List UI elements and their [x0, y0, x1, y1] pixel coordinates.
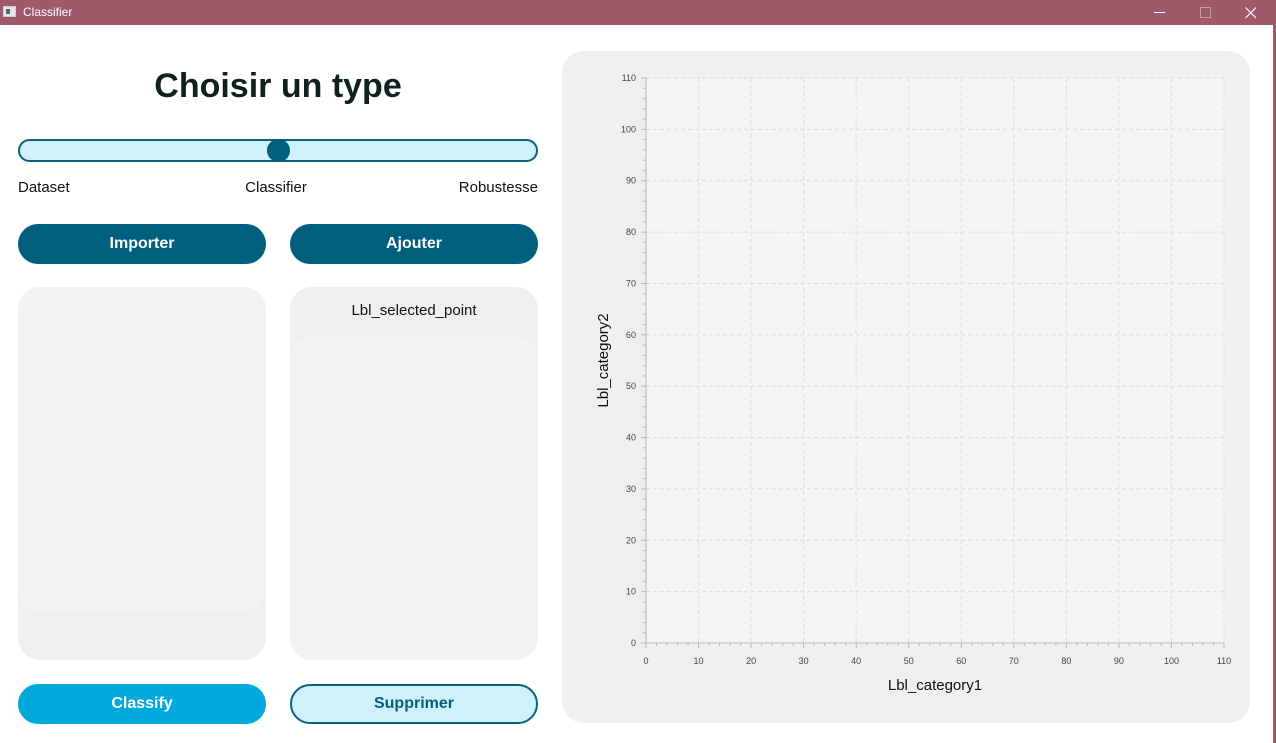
x-axis-title: Lbl_category1	[888, 677, 982, 694]
x-tick-label: 80	[1061, 656, 1071, 666]
data-list-content[interactable]	[18, 287, 266, 611]
slider-label-classifier: Classifier	[245, 179, 307, 196]
close-button[interactable]	[1228, 0, 1274, 25]
title-bar[interactable]: Classifier	[0, 0, 1276, 25]
app-window: Classifier Choisir un type Dataset Class…	[0, 0, 1276, 743]
minimize-icon	[1154, 12, 1165, 13]
x-tick-label: 70	[1009, 656, 1019, 666]
y-tick-label: 110	[622, 73, 636, 83]
y-tick-label: 40	[626, 433, 636, 443]
x-tick-label: 90	[1114, 656, 1124, 666]
delete-button[interactable]: Supprimer	[290, 684, 538, 724]
page-title: Choisir un type	[154, 67, 402, 105]
y-tick-label: 80	[626, 227, 636, 237]
x-tick-label: 0	[643, 656, 648, 666]
x-tick-label: 100	[1164, 656, 1179, 666]
x-tick-label: 60	[956, 656, 966, 666]
y-tick-label: 50	[626, 381, 636, 391]
plot-area	[646, 78, 1224, 643]
x-tick-label: 50	[904, 656, 914, 666]
slider-label-dataset: Dataset	[18, 179, 70, 196]
point-details-content[interactable]	[290, 337, 538, 660]
x-tick-label: 20	[746, 656, 756, 666]
classify-button[interactable]: Classify	[18, 684, 266, 724]
chart-card: 0 10 20 30 40 50 60 70 80 90 100 110 0 10 20 30 40 50 60 70…	[562, 51, 1250, 723]
y-axis-title: Lbl_category2	[595, 313, 612, 407]
import-button[interactable]: Importer	[18, 224, 266, 264]
selected-point-label: Lbl_selected_point	[351, 302, 477, 319]
y-tick-label: 70	[626, 278, 636, 288]
x-tick-label: 40	[851, 656, 861, 666]
x-tick-label: 110	[1217, 656, 1231, 666]
window-title: Classifier	[23, 5, 73, 19]
y-tick-label: 0	[631, 638, 636, 648]
maximize-icon	[1200, 7, 1211, 18]
y-tick-label: 60	[626, 330, 636, 340]
y-tick-label: 90	[626, 176, 636, 186]
close-icon	[1245, 7, 1257, 19]
x-tick-label: 10	[694, 656, 704, 666]
type-slider-thumb[interactable]	[266, 139, 290, 162]
y-tick-label: 10	[626, 587, 636, 597]
y-tick-label: 30	[626, 484, 636, 494]
maximize-button[interactable]	[1183, 0, 1229, 25]
y-tick-label: 20	[626, 535, 636, 545]
x-tick-label: 30	[799, 656, 809, 666]
app-icon	[3, 6, 16, 17]
minimize-button[interactable]	[1137, 0, 1183, 25]
point-details-panel: Lbl_selected_point	[290, 287, 538, 660]
slider-label-robustesse: Robustesse	[458, 179, 538, 196]
scatter-chart[interactable]: 0 10 20 30 40 50 60 70 80 90 100 110 0 10 20 30 40 50 60 70…	[562, 51, 1250, 723]
y-tick-label: 100	[621, 124, 636, 134]
add-button[interactable]: Ajouter	[290, 224, 538, 264]
data-list-panel[interactable]	[18, 287, 266, 660]
